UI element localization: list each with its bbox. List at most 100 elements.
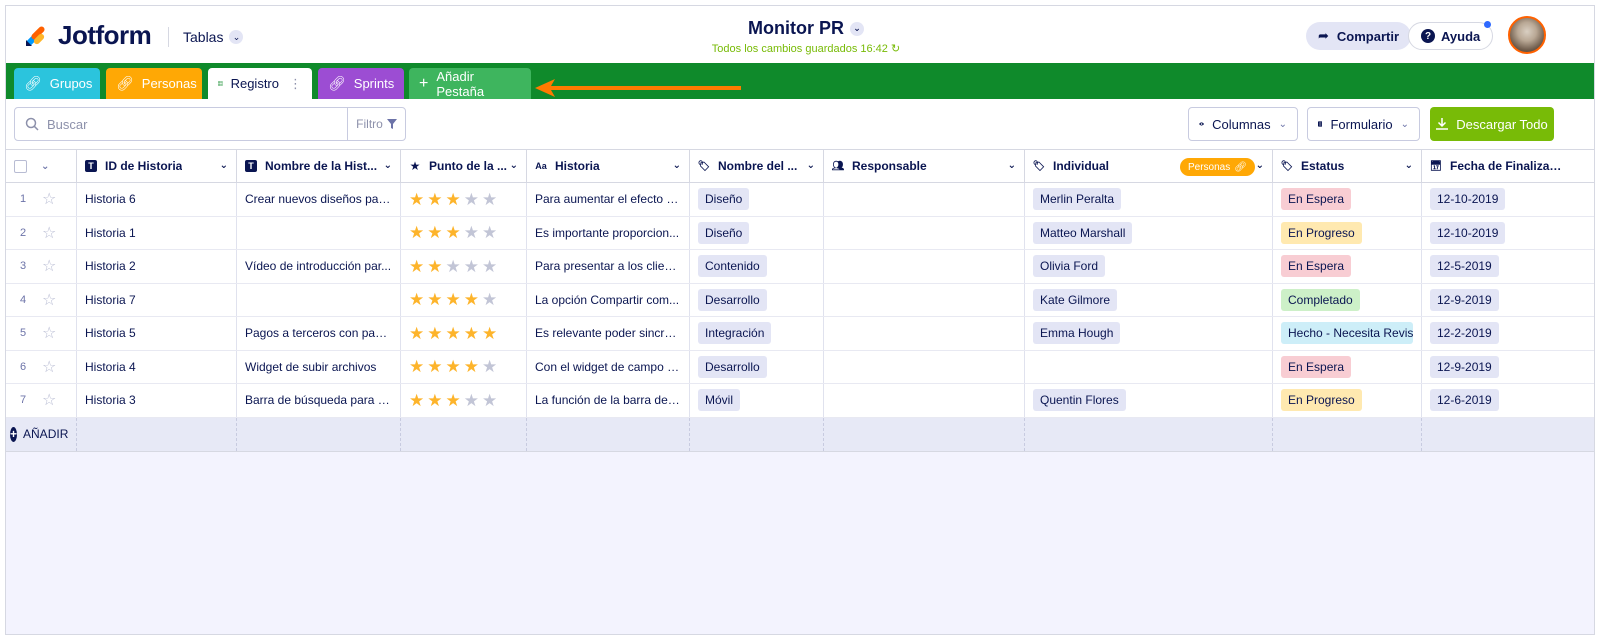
star-icon[interactable]: ★ — [446, 291, 461, 308]
category-cell[interactable]: Diseño — [690, 216, 824, 249]
star-icon[interactable]: ★ — [464, 325, 479, 342]
star-icon[interactable]: ★ — [427, 325, 442, 342]
favorite-star-icon[interactable]: ☆ — [42, 256, 56, 276]
star-icon[interactable]: ★ — [427, 392, 442, 409]
star-icon[interactable]: ★ — [482, 258, 497, 275]
owner-cell[interactable] — [824, 384, 1025, 417]
search-input[interactable]: Buscar — [15, 108, 347, 140]
star-rating[interactable]: ★ ★ ★ ★ ★ — [409, 258, 497, 275]
chevron-down-icon[interactable]: ⌄ — [673, 160, 681, 171]
star-icon[interactable]: ★ — [446, 392, 461, 409]
story-name-cell[interactable]: Barra de búsqueda para a... — [237, 384, 401, 417]
chevron-down-icon[interactable]: ⌄ — [510, 160, 518, 171]
star-icon[interactable]: ★ — [446, 325, 461, 342]
favorite-star-icon[interactable]: ☆ — [42, 290, 56, 310]
status-cell[interactable]: En Progreso — [1273, 216, 1422, 249]
owner-cell[interactable] — [824, 250, 1025, 283]
star-icon[interactable]: ★ — [482, 358, 497, 375]
favorite-star-icon[interactable]: ☆ — [42, 189, 56, 209]
star-rating[interactable]: ★ ★ ★ ★ ★ — [409, 191, 497, 208]
status-cell[interactable]: En Espera — [1273, 350, 1422, 383]
table-row[interactable]: 2 ☆ Historia 1 ★ ★ ★ ★ ★ Es importante proporcio… — [6, 216, 1594, 250]
favorite-star-icon[interactable]: ☆ — [42, 390, 56, 410]
tables-dropdown[interactable]: Tablas ⌄ — [168, 27, 244, 47]
linked-table-badge[interactable]: Personas 🔗︎ — [1180, 158, 1255, 176]
column-header[interactable]: T ID de Historia ⌄ — [77, 150, 237, 182]
rating-cell[interactable]: ★ ★ ★ ★ ★ — [401, 250, 527, 283]
person-cell[interactable]: Matteo Marshall — [1025, 216, 1273, 249]
star-rating[interactable]: ★ ★ ★ ★ ★ — [409, 392, 497, 409]
star-rating[interactable]: ★ ★ ★ ★ ★ — [409, 224, 497, 241]
star-icon[interactable]: ★ — [409, 392, 424, 409]
star-icon[interactable]: ★ — [446, 224, 461, 241]
chevron-down-icon[interactable]: ⌄ — [384, 160, 392, 171]
star-icon[interactable]: ★ — [446, 191, 461, 208]
column-header[interactable]: 🏷︎ Nombre del ... ⌄ — [690, 150, 824, 182]
star-icon[interactable]: ★ — [464, 358, 479, 375]
star-rating[interactable]: ★ ★ ★ ★ ★ — [409, 291, 497, 308]
status-cell[interactable]: En Espera — [1273, 183, 1422, 216]
tab-grupos[interactable]: 🔗︎ Grupos — [14, 68, 100, 99]
filter-button[interactable]: Filtro — [347, 108, 405, 140]
story-cell[interactable]: Es relevante poder sincron... — [527, 317, 690, 350]
category-cell[interactable]: Desarrollo — [690, 350, 824, 383]
chevron-down-icon[interactable]: ⌄ — [1405, 160, 1413, 171]
rating-cell[interactable]: ★ ★ ★ ★ ★ — [401, 283, 527, 316]
status-cell[interactable]: En Espera — [1273, 250, 1422, 283]
table-row[interactable]: 4 ☆ Historia 7 ★ ★ ★ ★ ★ La opción Compartir com… — [6, 283, 1594, 317]
story-id-cell[interactable]: Historia 6 — [77, 183, 237, 216]
table-row[interactable]: 1 ☆ Historia 6 Crear nuevos diseños para...… — [6, 183, 1594, 217]
star-icon[interactable]: ★ — [427, 358, 442, 375]
person-cell[interactable]: Quentin Flores — [1025, 384, 1273, 417]
story-name-cell[interactable]: Pagos a terceros con pasa... — [237, 317, 401, 350]
star-rating[interactable]: ★ ★ ★ ★ ★ — [409, 325, 497, 342]
help-button[interactable]: ? Ayuda — [1408, 21, 1494, 50]
story-cell[interactable]: Es importante proporcion... — [527, 216, 690, 249]
story-id-cell[interactable]: Historia 2 — [77, 250, 237, 283]
story-name-cell[interactable]: Crear nuevos diseños para... — [237, 183, 401, 216]
table-row[interactable]: 5 ☆ Historia 5 Pagos a terceros con pasa...… — [6, 317, 1594, 351]
date-cell[interactable]: 12-9-2019 — [1422, 351, 1572, 384]
star-icon[interactable]: ★ — [409, 325, 424, 342]
table-row[interactable]: 7 ☆ Historia 3 Barra de búsqueda para a... ★… — [6, 384, 1594, 418]
column-header[interactable]: 👥︎ Responsable ⌄ — [824, 150, 1025, 182]
date-cell[interactable]: 12-5-2019 — [1422, 250, 1572, 283]
date-cell[interactable]: 12-2-2019 — [1422, 317, 1572, 350]
star-icon[interactable]: ★ — [427, 258, 442, 275]
owner-cell[interactable] — [824, 283, 1025, 316]
person-cell[interactable]: Merlin Peralta — [1025, 183, 1273, 216]
story-cell[interactable]: La opción Compartir com... — [527, 283, 690, 316]
favorite-star-icon[interactable]: ☆ — [42, 323, 56, 343]
tab-sprints[interactable]: 🔗︎ Sprints — [318, 68, 404, 99]
rating-cell[interactable]: ★ ★ ★ ★ ★ — [401, 384, 527, 417]
star-icon[interactable]: ★ — [464, 258, 479, 275]
add-row-button[interactable]: + AÑADIR — [6, 417, 77, 451]
story-cell[interactable]: Para presentar a los client... — [527, 250, 690, 283]
star-icon[interactable]: ★ — [409, 291, 424, 308]
column-header[interactable]: ★ Punto de la ... ⌄ — [401, 150, 527, 182]
columns-button[interactable]: Columnas ⌄ — [1188, 107, 1298, 141]
date-cell[interactable]: 12-10-2019 — [1422, 217, 1572, 250]
select-all-checkbox[interactable] — [14, 159, 27, 173]
table-row[interactable]: 6 ☆ Historia 4 Widget de subir archivos ★ ★ ★ ★… — [6, 350, 1594, 384]
star-icon[interactable]: ★ — [427, 291, 442, 308]
person-cell[interactable]: Kate Gilmore — [1025, 283, 1273, 316]
rating-cell[interactable]: ★ ★ ★ ★ ★ — [401, 350, 527, 383]
person-cell[interactable]: Emma Hough — [1025, 317, 1273, 350]
page-title-dropdown[interactable]: Monitor PR ⌄ — [748, 18, 864, 39]
story-name-cell[interactable] — [237, 283, 401, 316]
date-cell[interactable]: 12-10-2019 — [1422, 183, 1572, 216]
star-icon[interactable]: ★ — [464, 392, 479, 409]
favorite-star-icon[interactable]: ☆ — [42, 223, 56, 243]
story-id-cell[interactable]: Historia 7 — [77, 283, 237, 316]
star-icon[interactable]: ★ — [409, 358, 424, 375]
category-cell[interactable]: Desarrollo — [690, 283, 824, 316]
owner-cell[interactable] — [824, 317, 1025, 350]
category-cell[interactable]: Integración — [690, 317, 824, 350]
chevron-down-icon[interactable]: ⌄ — [41, 161, 49, 172]
star-icon[interactable]: ★ — [464, 191, 479, 208]
story-cell[interactable]: Para aumentar el efecto d... — [527, 183, 690, 216]
star-icon[interactable]: ★ — [464, 291, 479, 308]
chevron-down-icon[interactable]: ⌄ — [220, 160, 228, 171]
category-cell[interactable]: Contenido — [690, 250, 824, 283]
